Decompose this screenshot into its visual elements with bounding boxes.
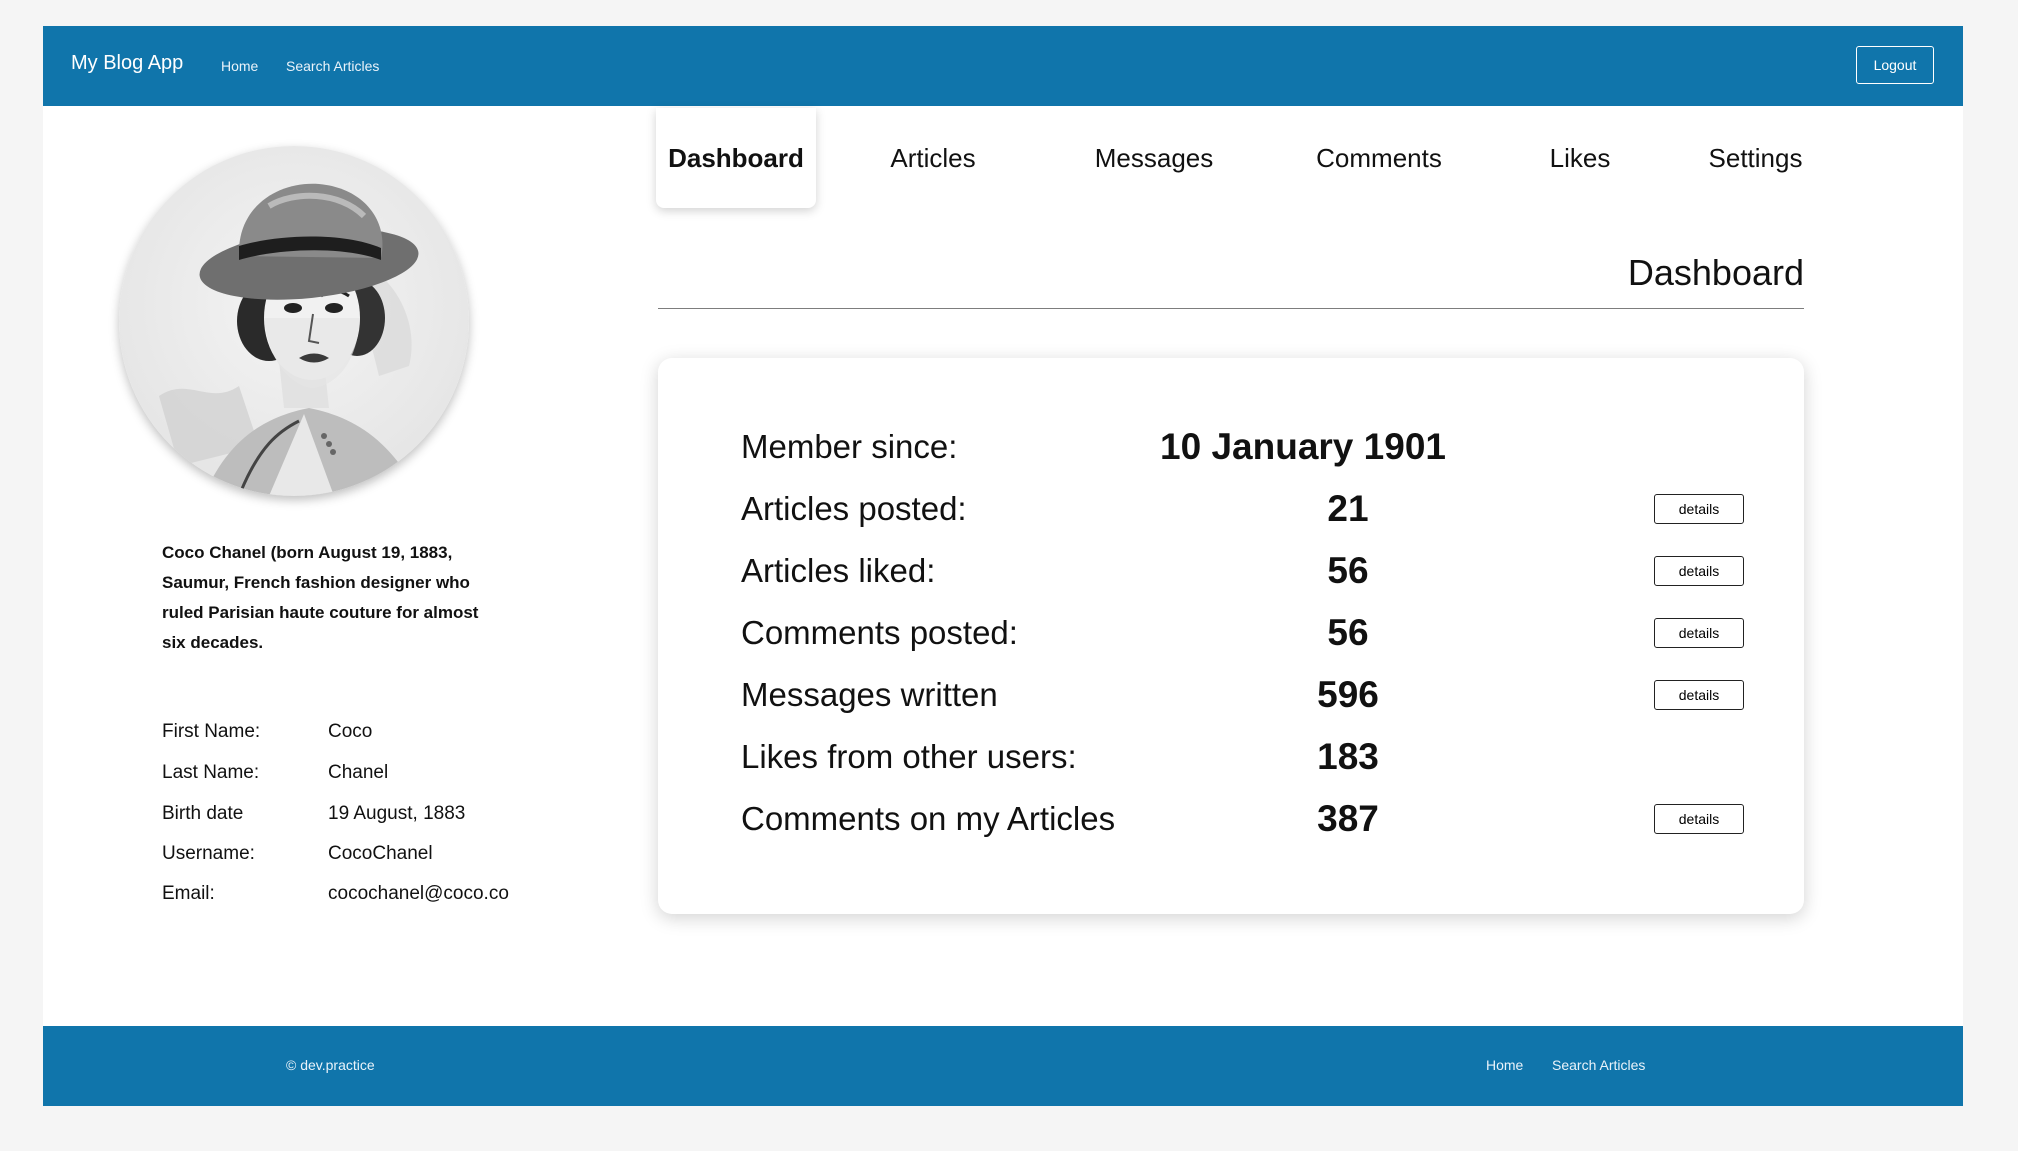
profile-bio: Coco Chanel (born August 19, 1883, Saumu… [162,543,479,652]
field-value: cocochanel@coco.co [328,883,509,904]
articles-posted-details-button[interactable]: details [1654,494,1744,524]
tab-dashboard[interactable]: Dashboard [656,108,816,208]
title-divider [658,308,1804,309]
field-value: Coco [328,721,373,742]
field-value: 19 August, 1883 [328,803,466,824]
field-value: CocoChanel [328,843,433,864]
stat-label: Comments on my Articles [741,800,1116,837]
field-value: Chanel [328,762,389,783]
articles-liked-details-button[interactable]: details [1654,556,1744,586]
footer-home-link[interactable]: Home [1486,1057,1523,1073]
comments-posted-details-button[interactable]: details [1654,618,1744,648]
field-label: First Name: [162,721,261,742]
stat-value: 56 [1327,612,1369,653]
stat-label: Messages written [741,676,998,713]
portrait-image [119,146,469,496]
stat-value: 56 [1327,550,1369,591]
field-label: Last Name: [162,762,260,783]
stat-value: 183 [1317,736,1379,777]
messages-written-details-button[interactable]: details [1654,680,1744,710]
stat-row-articles-liked: Articles liked: 56 details [658,540,1804,602]
tab-messages[interactable]: Messages [1079,108,1229,208]
stat-value: 21 [1327,488,1369,529]
stat-label: Articles liked: [741,552,936,589]
footer-search-articles-link[interactable]: Search Articles [1552,1057,1645,1073]
comments-on-articles-details-button[interactable]: details [1654,804,1744,834]
stat-row-articles-posted: Articles posted: 21 details [658,478,1804,540]
stat-label: Comments posted: [741,614,1018,651]
nav-home-link[interactable]: Home [221,58,258,74]
avatar [119,146,469,496]
field-label: Username: [162,843,255,864]
stat-value: 10 January 1901 [1160,426,1446,467]
dashboard-stats-card: Member since: 10 January 1901 Articles p… [658,358,1804,914]
page-title: Dashboard [1627,252,1804,293]
nav-search-articles-link[interactable]: Search Articles [286,58,379,74]
stat-row-messages-written: Messages written 596 details [658,664,1804,726]
stat-row-member-since: Member since: 10 January 1901 [658,416,1804,478]
footer-copyright: © dev.practice [286,1057,375,1073]
stat-value: 596 [1317,674,1379,715]
field-label: Birth date [162,803,244,824]
app-frame: My Blog App Home Search Articles Logout [43,26,1963,1106]
stat-label: Member since: [741,428,958,465]
footer: © dev.practice Home Search Articles [43,1026,1963,1106]
stat-row-comments-on-articles: Comments on my Articles 387 details [658,788,1804,850]
tab-likes[interactable]: Likes [1535,108,1625,208]
stat-row-comments-posted: Comments posted: 56 details [658,602,1804,664]
stat-row-likes-from-users: Likes from other users: 183 [658,726,1804,788]
tab-comments[interactable]: Comments [1304,108,1454,208]
stat-label: Articles posted: [741,490,967,527]
brand-title[interactable]: My Blog App [71,52,183,75]
top-navbar: My Blog App Home Search Articles Logout [43,26,1963,106]
field-label: Email: [162,883,215,904]
tab-settings[interactable]: Settings [1698,108,1813,208]
tab-articles[interactable]: Articles [873,108,993,208]
stat-value: 387 [1317,798,1379,839]
stat-label: Likes from other users: [741,738,1077,775]
logout-button[interactable]: Logout [1856,46,1934,84]
